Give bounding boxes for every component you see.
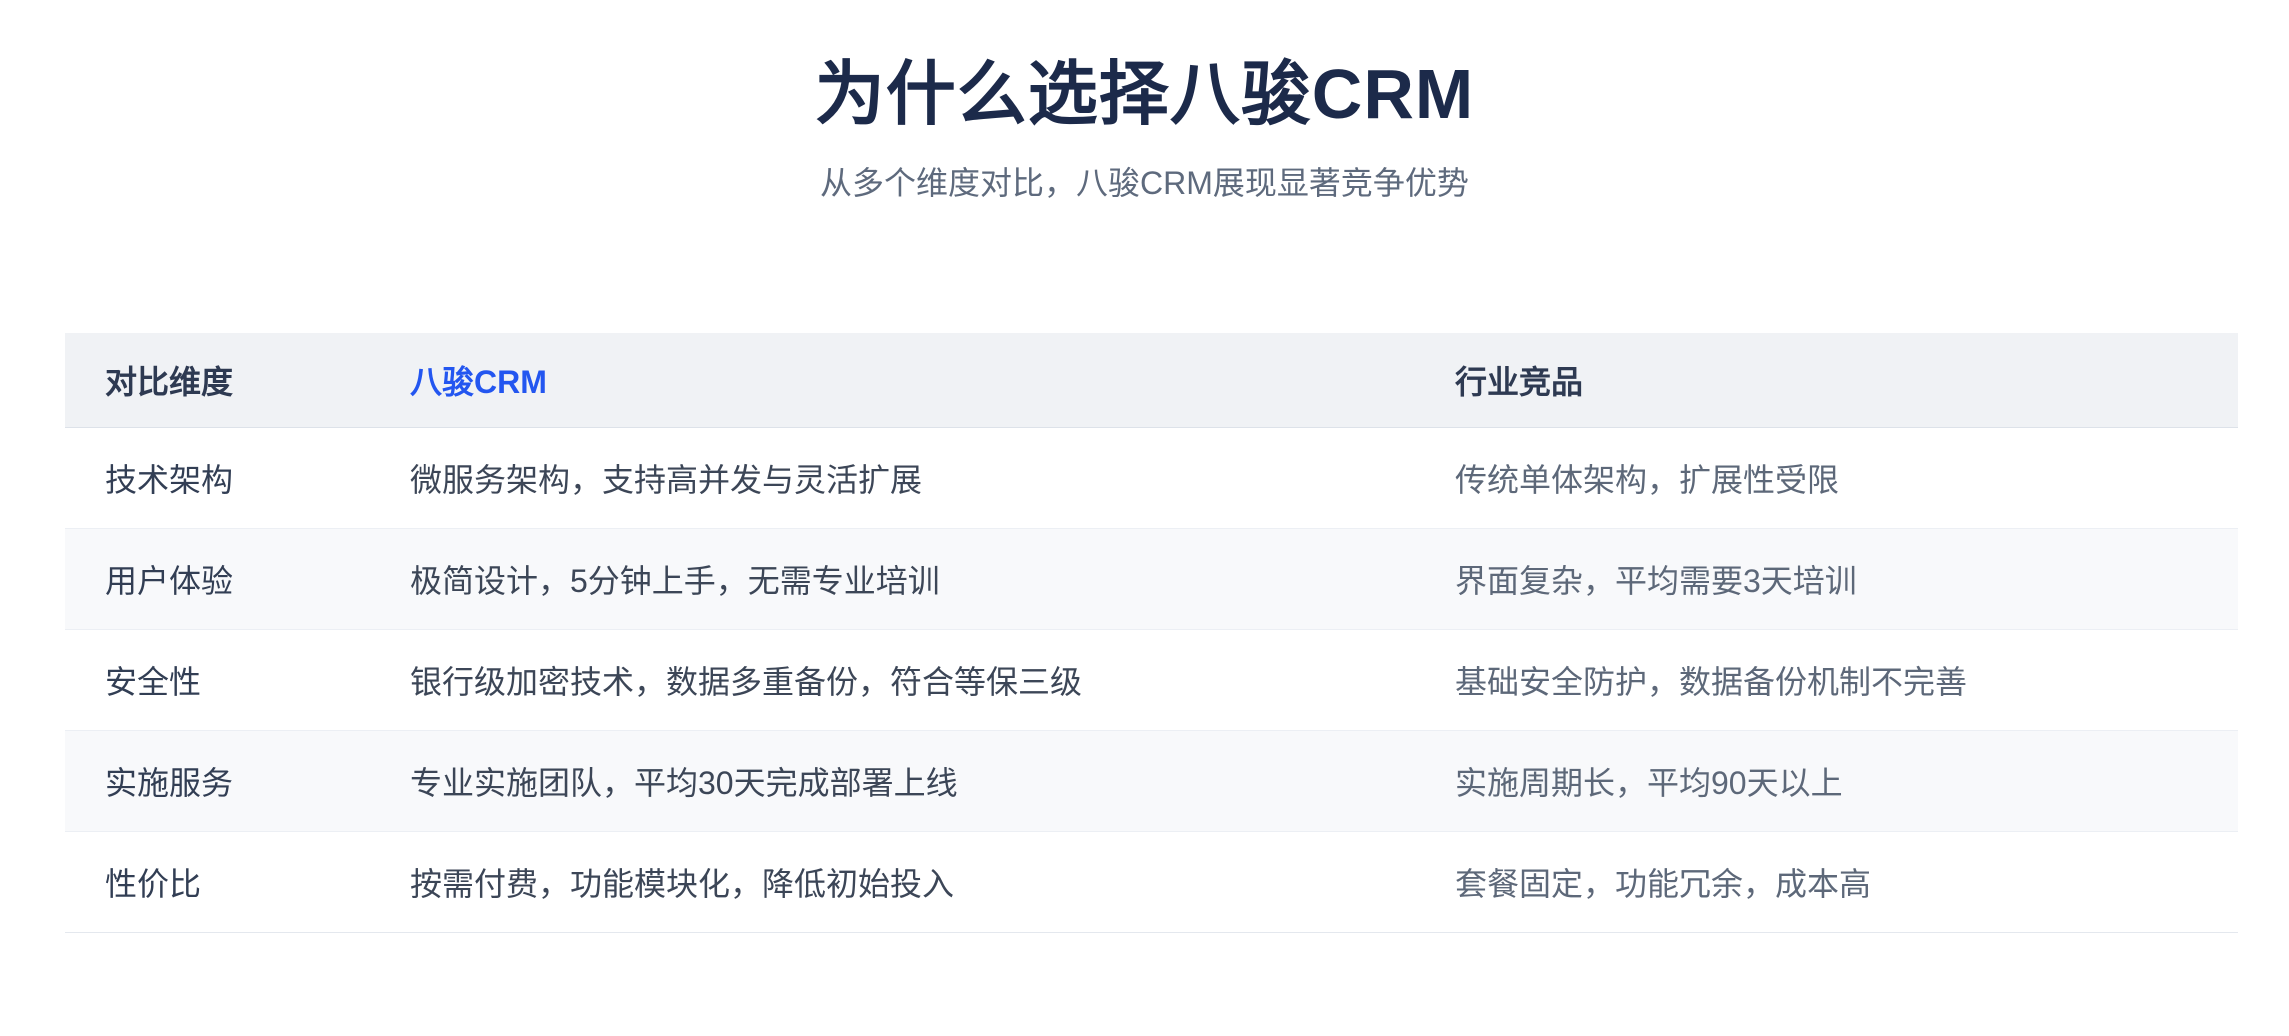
column-header-dimension: 对比维度 [65,333,410,428]
comparison-table-container: 对比维度 八骏CRM 行业竞品 技术架构 微服务架构，支持高并发与灵活扩展 传统… [65,333,2238,933]
comparison-table: 对比维度 八骏CRM 行业竞品 技术架构 微服务架构，支持高并发与灵活扩展 传统… [65,333,2238,933]
why-choose-section: 为什么选择八骏CRM 从多个维度对比，八骏CRM展现显著竞争优势 对比维度 八骏… [0,0,2289,1036]
table-header-row: 对比维度 八骏CRM 行业竞品 [65,333,2238,428]
column-header-competitor: 行业竞品 [1455,333,2238,428]
bajun-crm-cell: 按需付费，功能模块化，降低初始投入 [410,832,1455,933]
bajun-crm-cell: 银行级加密技术，数据多重备份，符合等保三级 [410,630,1455,731]
dimension-cell: 实施服务 [65,731,410,832]
dimension-cell: 用户体验 [65,529,410,630]
page-title: 为什么选择八骏CRM [0,0,2289,135]
competitor-cell: 基础安全防护，数据备份机制不完善 [1455,630,2238,731]
dimension-cell: 性价比 [65,832,410,933]
dimension-cell: 技术架构 [65,428,410,529]
dimension-cell: 安全性 [65,630,410,731]
column-header-bajun-crm: 八骏CRM [410,333,1455,428]
competitor-cell: 套餐固定，功能冗余，成本高 [1455,832,2238,933]
competitor-cell: 传统单体架构，扩展性受限 [1455,428,2238,529]
table-row: 用户体验 极简设计，5分钟上手，无需专业培训 界面复杂，平均需要3天培训 [65,529,2238,630]
competitor-cell: 界面复杂，平均需要3天培训 [1455,529,2238,630]
bajun-crm-cell: 极简设计，5分钟上手，无需专业培训 [410,529,1455,630]
table-row: 技术架构 微服务架构，支持高并发与灵活扩展 传统单体架构，扩展性受限 [65,428,2238,529]
table-row: 实施服务 专业实施团队，平均30天完成部署上线 实施周期长，平均90天以上 [65,731,2238,832]
page-subtitle: 从多个维度对比，八骏CRM展现显著竞争优势 [0,163,2289,205]
table-row: 性价比 按需付费，功能模块化，降低初始投入 套餐固定，功能冗余，成本高 [65,832,2238,933]
competitor-cell: 实施周期长，平均90天以上 [1455,731,2238,832]
bajun-crm-cell: 微服务架构，支持高并发与灵活扩展 [410,428,1455,529]
bajun-crm-cell: 专业实施团队，平均30天完成部署上线 [410,731,1455,832]
table-row: 安全性 银行级加密技术，数据多重备份，符合等保三级 基础安全防护，数据备份机制不… [65,630,2238,731]
